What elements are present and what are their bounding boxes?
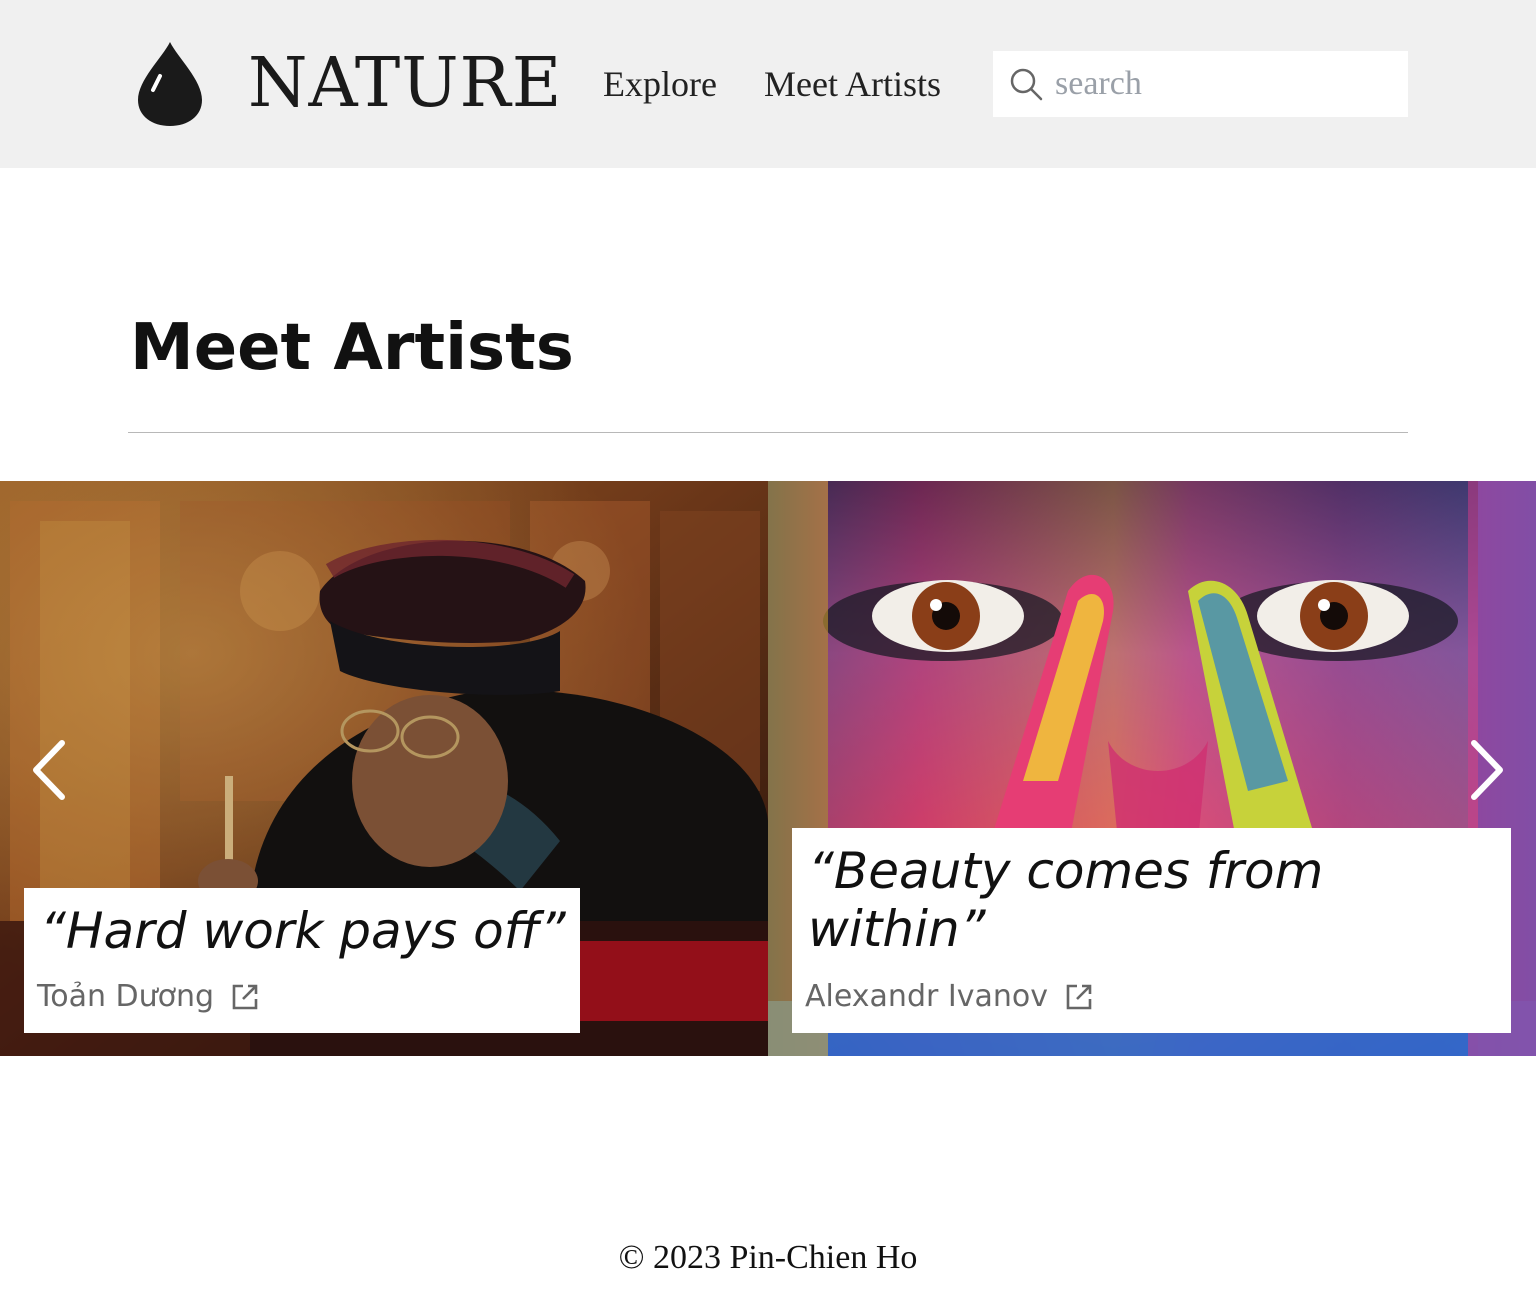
- caption-card: “Hard work pays off” Toản Dương: [24, 888, 580, 1033]
- slide-artist-2: “Beauty comes from within” Alexandr Ivan…: [768, 481, 1536, 1056]
- search-input[interactable]: [1055, 51, 1395, 117]
- external-link-icon[interactable]: [230, 982, 260, 1012]
- site-header: NATURE Explore Meet Artists: [0, 0, 1536, 168]
- artist-quote: “Hard work pays off”: [40, 902, 566, 960]
- artist-quote: “Beauty comes from within”: [808, 842, 1324, 958]
- chevron-left-icon[interactable]: [28, 739, 68, 801]
- water-drop-icon[interactable]: [136, 40, 204, 128]
- divider: [128, 432, 1408, 433]
- external-link-icon[interactable]: [1064, 982, 1094, 1012]
- slide-artist-1: “Hard work pays off” Toản Dương: [0, 481, 768, 1056]
- search-icon: [1010, 68, 1043, 101]
- search-box[interactable]: [993, 51, 1408, 117]
- brand-name[interactable]: NATURE: [248, 44, 562, 124]
- artist-carousel: “Hard work pays off” Toản Dương “Beauty …: [0, 481, 1536, 1056]
- artist-name[interactable]: Alexandr Ivanov: [805, 978, 1048, 1016]
- artist-link[interactable]: Alexandr Ivanov: [805, 978, 1094, 1016]
- footer-copyright: © 2023 Pin-Chien Ho: [618, 1239, 918, 1276]
- page-title: Meet Artists: [130, 311, 574, 385]
- caption-card: “Beauty comes from within” Alexandr Ivan…: [792, 828, 1511, 1033]
- artist-link[interactable]: Toản Dương: [37, 978, 260, 1016]
- chevron-right-icon[interactable]: [1468, 739, 1508, 801]
- nav-explore[interactable]: Explore: [603, 62, 717, 106]
- nav-meet-artists[interactable]: Meet Artists: [764, 62, 941, 106]
- artist-name[interactable]: Toản Dương: [37, 978, 214, 1016]
